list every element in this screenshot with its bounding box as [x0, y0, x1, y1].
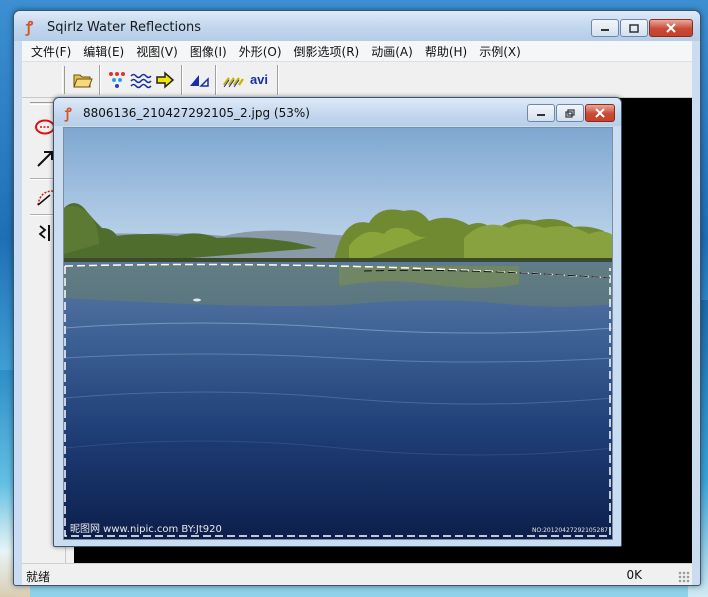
watermark-left: 昵图网 www.nipic.com BY:Jt920 — [70, 523, 222, 535]
restore-icon — [565, 108, 575, 118]
status-bar: 就绪 0K — [22, 563, 692, 585]
next-button[interactable] — [153, 68, 177, 92]
watermark-right: NO:20120427292105287 — [532, 527, 608, 534]
child-caption-buttons — [526, 104, 615, 122]
waves-icon — [130, 73, 152, 88]
menu-examples[interactable]: 示例(X) — [474, 43, 528, 60]
photo-canvas[interactable]: 昵图网 www.nipic.com BY:Jt920 NO:2012042729… — [63, 127, 613, 540]
menu-shape[interactable]: 外形(O) — [234, 43, 289, 60]
child-close-button[interactable] — [585, 104, 615, 122]
open-folder-icon — [73, 74, 93, 87]
menu-image[interactable]: 图像(I) — [185, 43, 234, 60]
menu-bar: 文件(F) 编辑(E) 视图(V) 图像(I) 外形(O) 倒影选项(R) 动画… — [22, 41, 692, 62]
toolbar-separator — [181, 64, 183, 95]
minimize-icon — [601, 29, 609, 31]
ripple-lines-icon — [223, 76, 244, 87]
resize-grip[interactable] — [678, 571, 690, 583]
maximize-icon — [629, 23, 639, 33]
toolbar-grip[interactable] — [62, 65, 65, 94]
minimize-button[interactable] — [591, 19, 619, 37]
curve-tool-icon — [37, 190, 54, 206]
maximize-button[interactable] — [620, 19, 648, 37]
child-app-icon: ꝭ — [65, 106, 72, 122]
ramp-button[interactable] — [187, 68, 211, 92]
child-window-title: 8806136_210427292105_2.jpg (53%) — [83, 106, 310, 120]
arrow-right-icon — [156, 70, 175, 89]
menu-reflection-options[interactable]: 倒影选项(R) — [289, 43, 367, 60]
image-child-window: ꝭ 8806136_210427292105_2.jpg (53%) 昵图网 w… — [53, 97, 622, 547]
toolbar-separator — [277, 64, 279, 95]
close-icon — [666, 23, 676, 33]
split-tool-icon — [38, 225, 50, 241]
toolbar: avi — [22, 62, 692, 98]
avi-export-icon: avi — [249, 72, 269, 87]
toolbar-separator — [215, 64, 217, 95]
lake-photo: 昵图网 www.nipic.com BY:Jt920 NO:2012042729… — [64, 128, 612, 539]
app-icon: ꝭ — [26, 18, 34, 36]
toolbar-separator — [99, 64, 101, 95]
title-bar[interactable]: ꝭ Sqirlz Water Reflections — [14, 11, 700, 41]
child-minimize-button[interactable] — [527, 104, 555, 122]
menu-view[interactable]: 视图(V) — [131, 43, 185, 60]
child-maximize-button[interactable] — [556, 104, 584, 122]
triangle-ramp-icon — [190, 74, 209, 87]
minimize-icon — [537, 114, 545, 116]
status-text: 就绪 — [26, 570, 51, 584]
menu-edit[interactable]: 编辑(E) — [78, 43, 131, 60]
ripples-button[interactable] — [129, 68, 153, 92]
close-icon — [595, 108, 605, 118]
open-button[interactable] — [71, 68, 95, 92]
status-ok: 0K — [626, 568, 642, 582]
window-title: Sqirlz Water Reflections — [47, 20, 202, 35]
close-button[interactable] — [649, 19, 693, 37]
avi-export-button[interactable]: avi — [245, 68, 273, 92]
child-title-bar[interactable]: ꝭ 8806136_210427292105_2.jpg (53%) — [54, 98, 621, 126]
colors-button[interactable] — [105, 68, 129, 92]
menu-help[interactable]: 帮助(H) — [420, 43, 474, 60]
color-dots-icon — [109, 71, 125, 88]
arrow-tool-icon — [37, 151, 53, 167]
caption-buttons — [590, 19, 693, 37]
menu-animation[interactable]: 动画(A) — [366, 43, 420, 60]
ripple-lines-button[interactable] — [221, 68, 245, 92]
menu-file[interactable]: 文件(F) — [26, 43, 78, 60]
